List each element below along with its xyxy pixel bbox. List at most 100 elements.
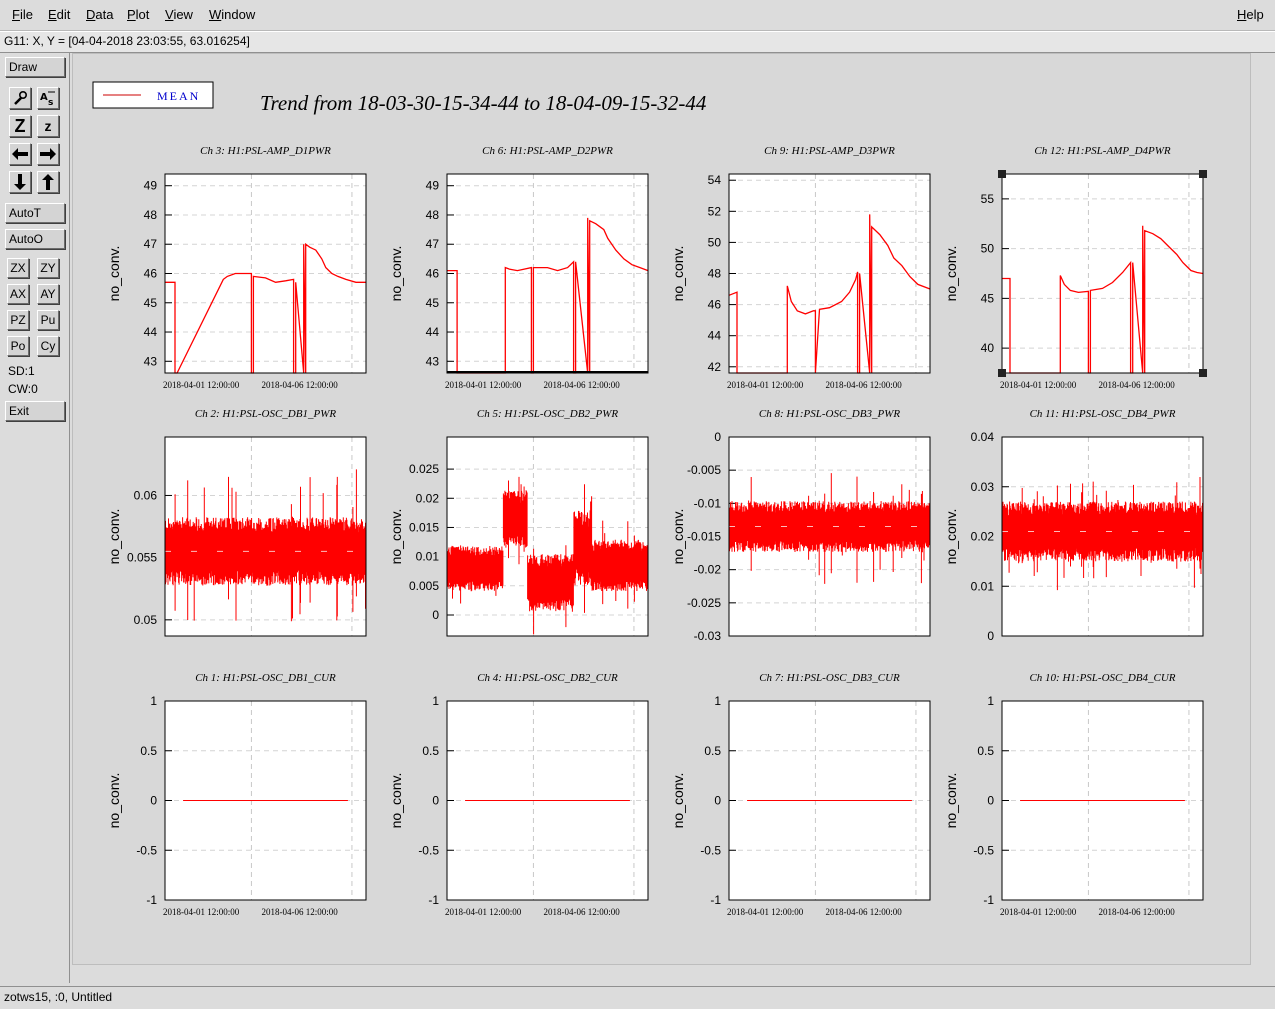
selection-handle[interactable] [1199, 170, 1207, 178]
pan-right-button[interactable] [37, 143, 59, 165]
legend-label: MEAN [157, 89, 200, 103]
selection-handle[interactable] [1199, 369, 1207, 377]
y-tick-label: 45 [426, 296, 440, 310]
chart-panel-9[interactable]: Ch 1: H1:PSL-OSC_DB1_CUR 1 0.5 0 -0.5 -1 2018-… [106, 672, 367, 917]
y-tick-label: -1 [428, 893, 439, 907]
y-tick-label: 1 [150, 694, 157, 708]
y-tick-label: 1 [714, 694, 721, 708]
ay-button[interactable]: AY [37, 284, 59, 304]
plot-canvas[interactable]: MEAN Trend from 18-03-30-15-34-44 to 18-… [72, 53, 1251, 965]
pan-down-button[interactable] [9, 171, 31, 193]
y-tick-label: 0.015 [409, 520, 439, 534]
y-tick-label: 0.04 [971, 430, 995, 444]
pz-button[interactable]: PZ [7, 310, 29, 330]
chart-panel-3[interactable]: Ch 9: H1:PSL-AMP_D3PWR 54 52 50 48 46 44 42 2018… [670, 145, 931, 390]
y-tick-label: 49 [144, 179, 158, 193]
y-axis-label: no_conv. [943, 773, 959, 829]
y-tick-label: 47 [144, 237, 158, 251]
y-tick-label: -0.015 [687, 530, 721, 544]
chart-panel-5[interactable]: Ch 2: H1:PSL-OSC_DB1_PWR 0.06 0.055 0.05 no_… [106, 408, 367, 637]
y-tick-label: 0.5 [977, 744, 994, 758]
y-tick-label: 44 [426, 325, 440, 339]
y-tick-label: 0 [432, 794, 439, 808]
x-tick-label: 2018-04-06 12:00:00 [262, 380, 339, 390]
x-tick-label: 2018-04-01 12:00:00 [445, 380, 522, 390]
y-axis-label: no_conv. [388, 509, 404, 565]
chart-title: Ch 7: H1:PSL-OSC_DB3_CUR [759, 672, 900, 684]
chart-title: Ch 10: H1:PSL-OSC_DB4_CUR [1029, 672, 1175, 684]
status-bar: zotws15, :0, Untitled [0, 986, 1275, 1009]
coordinate-readout: G11: X, Y = [04-04-2018 23:03:55, 63.016… [4, 34, 250, 48]
y-tick-label: 1 [432, 694, 439, 708]
svg-text:A: A [40, 92, 48, 103]
y-tick-label: 48 [144, 208, 158, 222]
y-tick-label: -0.03 [694, 629, 722, 643]
po-button[interactable]: Po [7, 336, 29, 356]
y-tick-label: -0.5 [700, 843, 721, 857]
chart-title: Ch 3: H1:PSL-AMP_D1PWR [200, 145, 331, 157]
y-tick-label: 0.5 [422, 744, 439, 758]
menu-window[interactable]: Window [209, 7, 255, 22]
arrow-left-icon [12, 148, 28, 160]
selection-handle[interactable] [998, 170, 1006, 178]
y-tick-label: 0.06 [134, 488, 158, 502]
menu-file[interactable]: File [12, 7, 33, 22]
menu-view[interactable]: View [165, 7, 193, 22]
x-tick-label: 2018-04-01 12:00:00 [445, 907, 522, 917]
y-tick-label: -1 [983, 893, 994, 907]
magnify-icon [14, 90, 28, 105]
zoom-in-button[interactable]: Z [9, 115, 31, 137]
ax-button[interactable]: AX [7, 284, 29, 304]
autoo-button[interactable]: AutoO [5, 229, 65, 249]
y-tick-label: 0 [432, 608, 439, 622]
y-tick-label: 52 [708, 204, 722, 218]
chart-panel-6[interactable]: Ch 5: H1:PSL-OSC_DB2_PWR 0.025 0.02 0.015 0.… [388, 408, 649, 637]
pu-button[interactable]: Pu [37, 310, 59, 330]
selection-handle[interactable] [998, 369, 1006, 377]
menu-help[interactable]: Help [1237, 7, 1264, 22]
pan-left-button[interactable] [9, 143, 31, 165]
y-tick-label: 42 [708, 360, 722, 374]
chart-panel-8[interactable]: Ch 11: H1:PSL-OSC_DB4_PWR 0.04 0.03 0.02 0.0… [943, 408, 1204, 643]
magnify-button[interactable] [9, 87, 31, 109]
y-tick-label: -0.005 [687, 463, 721, 477]
trend-plots[interactable]: MEAN Trend from 18-03-30-15-34-44 to 18-… [73, 54, 1250, 964]
svg-text:s: s [48, 98, 53, 106]
autot-button[interactable]: AutoT [5, 203, 65, 223]
chart-title: Ch 9: H1:PSL-AMP_D3PWR [764, 145, 895, 157]
zx-button[interactable]: ZX [7, 258, 29, 278]
y-tick-label: 0.5 [704, 744, 721, 758]
y-tick-label: 0.01 [416, 550, 440, 564]
zy-button[interactable]: ZY [37, 258, 59, 278]
exit-button[interactable]: Exit [5, 401, 65, 421]
chart-title: Ch 12: H1:PSL-AMP_D4PWR [1034, 145, 1171, 157]
chart-panel-4[interactable]: Ch 12: H1:PSL-AMP_D4PWR 55 50 45 40 2018-04-0… [943, 145, 1207, 390]
y-tick-label: 46 [708, 298, 722, 312]
menu-edit[interactable]: Edit [48, 7, 70, 22]
chart-panel-12[interactable]: Ch 10: H1:PSL-OSC_DB4_CUR 1 0.5 0 -0.5 -1 2018… [943, 672, 1204, 917]
pan-up-button[interactable] [37, 171, 59, 193]
y-tick-label: 1 [987, 694, 994, 708]
x-tick-label: 2018-04-01 12:00:00 [727, 907, 804, 917]
chart-panel-2[interactable]: Ch 6: H1:PSL-AMP_D2PWR 49 48 47 46 45 44 43 2018… [388, 145, 649, 390]
chart-panel-7[interactable]: Ch 8: H1:PSL-OSC_DB3_PWR 0 -0.005 -0.01 -0.0… [670, 408, 931, 643]
plot-area[interactable] [1001, 173, 1204, 374]
menu-plot[interactable]: Plot [127, 7, 149, 22]
cy-button[interactable]: Cy [37, 336, 59, 356]
y-tick-label: 46 [144, 267, 158, 281]
y-tick-label: 54 [708, 173, 722, 187]
status-text: zotws15, :0, Untitled [4, 990, 113, 1004]
x-tick-label: 2018-04-01 12:00:00 [727, 380, 804, 390]
text-style-button[interactable]: As [37, 87, 59, 109]
y-tick-label: 48 [708, 267, 722, 281]
chart-panel-10[interactable]: Ch 4: H1:PSL-OSC_DB2_CUR 1 0.5 0 -0.5 -1 2018-… [388, 672, 649, 917]
cw-indicator: CW:0 [8, 382, 38, 396]
chart-panel-11[interactable]: Ch 7: H1:PSL-OSC_DB3_CUR 1 0.5 0 -0.5 -1 2018-… [670, 672, 931, 917]
sd-indicator: SD:1 [8, 364, 35, 378]
draw-button[interactable]: Draw [5, 57, 65, 77]
chart-title: Ch 1: H1:PSL-OSC_DB1_CUR [195, 672, 336, 684]
zoom-out-button[interactable]: z [37, 115, 59, 137]
y-tick-label: 0.03 [971, 480, 995, 494]
menu-data[interactable]: Data [86, 7, 113, 22]
chart-panel-1[interactable]: Ch 3: H1:PSL-AMP_D1PWR 49 48 47 46 45 44 43 2018… [106, 145, 367, 390]
